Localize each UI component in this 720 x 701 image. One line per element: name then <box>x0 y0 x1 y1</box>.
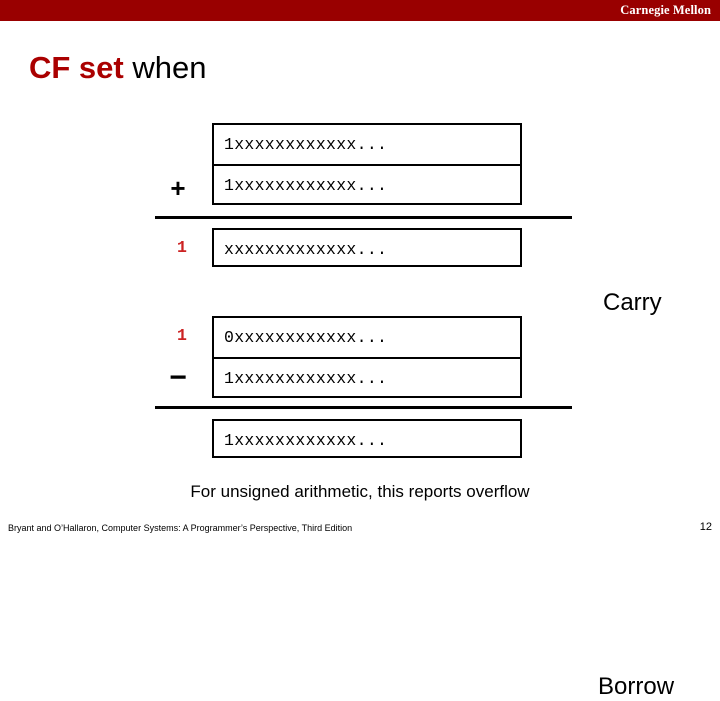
page-title: CF set when <box>29 47 206 89</box>
carry-operand-stack: 1xxxxxxxxxxxx... 1xxxxxxxxxxxx... <box>212 123 522 205</box>
borrow-operand-stack: 0xxxxxxxxxxxx... 1xxxxxxxxxxxx... <box>212 316 522 398</box>
carry-operand-2: 1xxxxxxxxxxxx... <box>214 164 520 203</box>
carry-result-box: xxxxxxxxxxxxx... <box>212 228 522 267</box>
borrow-operand-1: 0xxxxxxxxxxxx... <box>224 328 388 347</box>
plus-operator: + <box>170 173 186 203</box>
borrow-in-digit: 1 <box>177 326 187 345</box>
page-title-rest: when <box>123 50 207 85</box>
carry-sum-rule <box>155 216 572 219</box>
borrow-result-value: 1xxxxxxxxxxxx... <box>224 431 388 450</box>
carry-operand-1: 1xxxxxxxxxxxx... <box>224 135 388 154</box>
borrow-difference-rule <box>155 406 572 409</box>
footer-citation: Bryant and O’Hallaron, Computer Systems:… <box>8 523 353 533</box>
caption-text: For unsigned arithmetic, this reports ov… <box>190 482 530 501</box>
carry-out-digit: 1 <box>177 238 187 257</box>
footer-page-number: 12 <box>699 521 712 533</box>
header-brand-label: Carnegie Mellon <box>620 3 711 17</box>
borrow-operand-2: 1xxxxxxxxxxxx... <box>214 357 520 396</box>
carry-result-value: xxxxxxxxxxxxx... <box>224 240 388 259</box>
header-bar: Carnegie Mellon <box>0 0 720 21</box>
borrow-side-label: Borrow <box>598 673 675 700</box>
carry-side-label: Carry <box>603 289 662 316</box>
page-title-accent: CF set <box>29 50 124 85</box>
minus-operator: − <box>169 361 187 394</box>
borrow-result-box: 1xxxxxxxxxxxx... <box>212 419 522 458</box>
